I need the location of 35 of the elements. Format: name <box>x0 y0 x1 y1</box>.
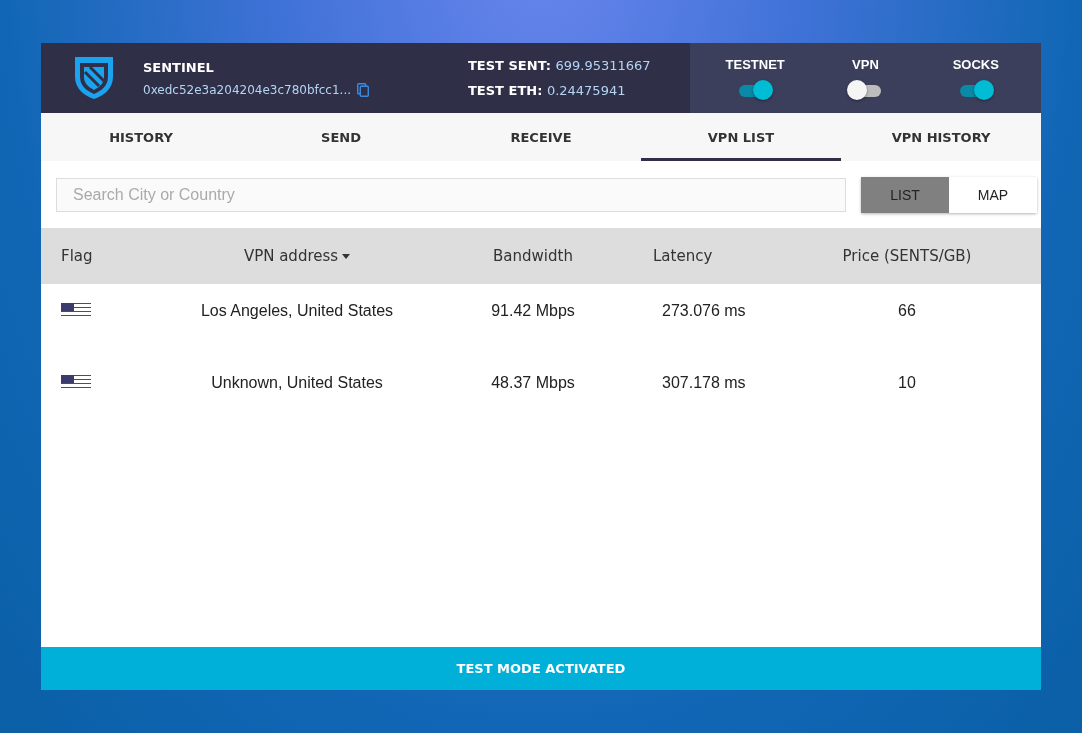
column-header: Bandwidth <box>492 247 574 265</box>
balance-text: TEST ETH: 0.24475941 <box>468 83 627 98</box>
column-header[interactable]: VPN address <box>243 247 339 265</box>
view-toggle-button[interactable]: LIST <box>861 176 949 213</box>
balance-text: TEST SENT: 699.95311667 <box>468 58 652 73</box>
table-cell-text: 10 <box>897 374 917 392</box>
table-cell-text: 66 <box>897 302 917 320</box>
wallet-address: 0xedc52e3a204204e3c780bfcc1... <box>143 82 352 97</box>
us-flag-icon <box>61 303 91 319</box>
shield-logo-icon <box>73 55 115 101</box>
table-cell-text: 307.178 ms <box>661 374 747 392</box>
copy-icon[interactable] <box>357 82 370 97</box>
table-cell-text: 48.37 Mbps <box>490 374 576 392</box>
table-cell-text: Unknown, United States <box>210 374 384 392</box>
view-toggle-button[interactable]: MAP <box>949 176 1037 213</box>
nav-tab[interactable]: SEND <box>241 113 441 161</box>
nav-tab[interactable]: HISTORY <box>41 113 241 161</box>
table-cell-text: 91.42 Mbps <box>490 302 576 320</box>
toggle-label: SOCKS <box>952 56 999 72</box>
table-cell-text: Los Angeles, United States <box>199 302 395 320</box>
table-cell-text: 273.076 ms <box>661 302 747 320</box>
us-flag-icon <box>61 375 91 391</box>
toggle-label: TESTNET <box>725 56 785 72</box>
toggle-label: VPN <box>852 56 879 72</box>
brand-name: SENTINEL <box>143 59 215 75</box>
nav-tab[interactable]: VPN LIST <box>641 113 841 161</box>
nav-tab[interactable]: VPN HISTORY <box>841 113 1041 161</box>
search-field[interactable]: Search City or Country <box>56 177 846 212</box>
status-bar: TEST MODE ACTIVATED <box>41 647 1041 690</box>
toggle-switch[interactable] <box>737 79 774 100</box>
nav-tab[interactable]: RECEIVE <box>441 113 641 161</box>
caret-icon[interactable] <box>342 253 351 259</box>
column-header: Latency <box>652 247 714 265</box>
column-header: Flag <box>60 247 94 265</box>
column-header: Price (SENTS/GB) <box>841 247 973 265</box>
